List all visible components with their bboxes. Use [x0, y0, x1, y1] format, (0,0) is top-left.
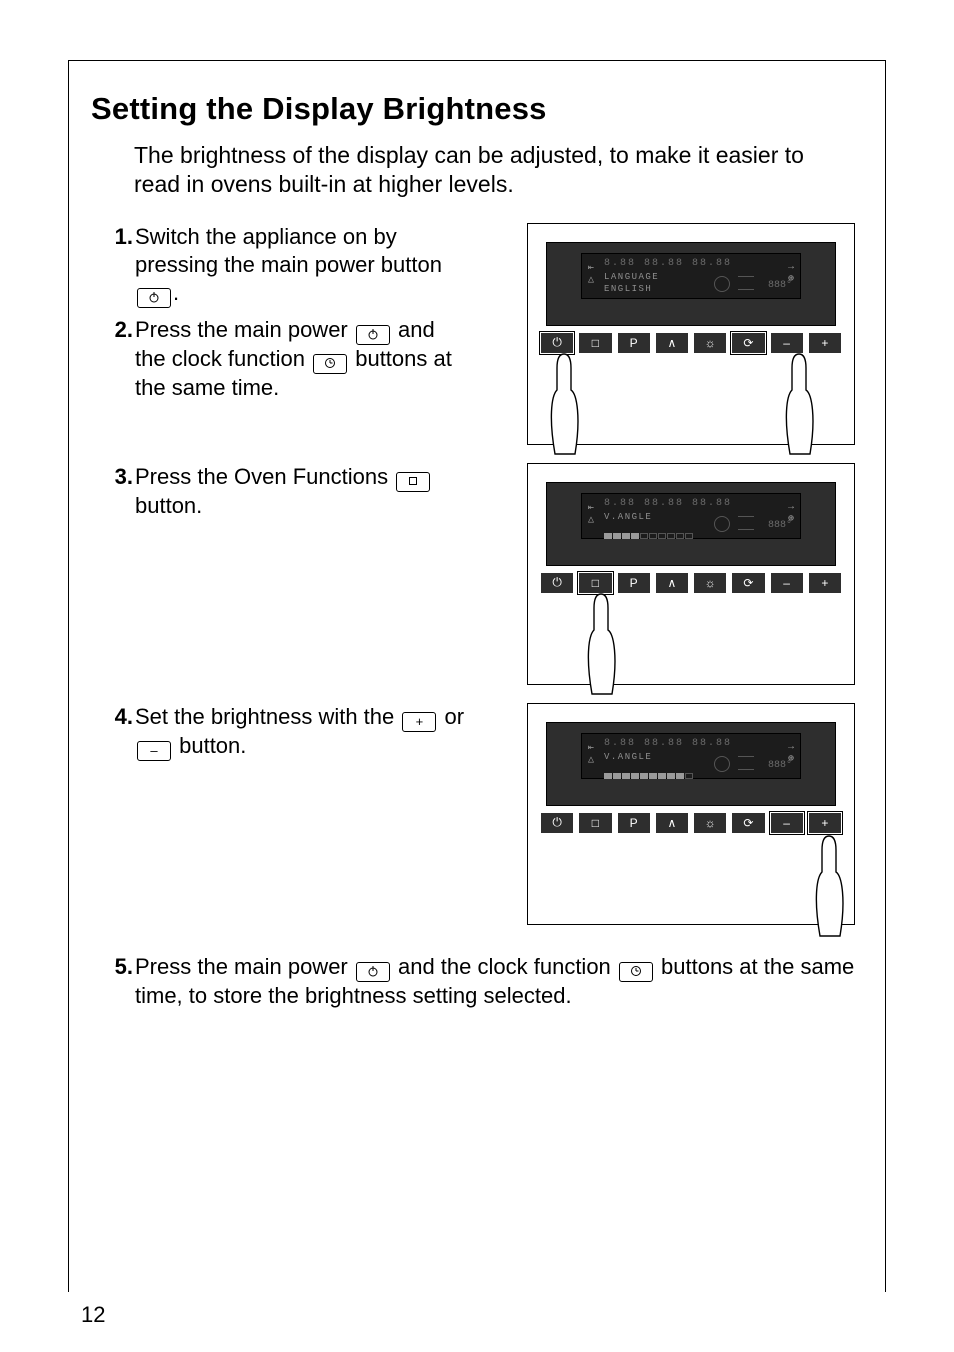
step-number: 4.: [107, 703, 133, 731]
probe-left-icon: ⇤△: [588, 262, 594, 286]
lcd-line-1: V.ANGLE: [604, 752, 652, 762]
power-button: ⏻: [540, 812, 574, 834]
minus-icon: –: [137, 741, 171, 761]
rack-icon: [738, 756, 754, 770]
step-number: 1.: [107, 223, 133, 251]
panel-lcd: ⇤△ →⊕ 8.88 88.88 88.88 LANGUAGE ENGLISH …: [581, 253, 801, 299]
page-number: 12: [81, 1302, 105, 1328]
oven-panel-illustration-1: ⇤△ →⊕ 8.88 88.88 88.88 LANGUAGE ENGLISH …: [527, 223, 855, 445]
panel-bezel: ⇤△ →⊕ 8.88 88.88 88.88 LANGUAGE ENGLISH …: [546, 242, 836, 326]
p-button: P: [617, 332, 651, 354]
brightness-bar: [604, 766, 724, 772]
step-2: 2. Press the main power and the clock fu…: [107, 316, 471, 402]
lcd-temp: 888°: [768, 520, 792, 531]
plus-icon: +: [402, 712, 436, 732]
step-text: Switch the appliance on by pressing the …: [135, 223, 471, 308]
page-frame: Setting the Display Brightness The brigh…: [68, 60, 886, 1292]
step-3: 3. Press the Oven Functions button.: [107, 463, 471, 520]
lcd-temp: 888°: [768, 760, 792, 771]
clock-icon: [619, 962, 653, 982]
up-button: ∧: [655, 572, 689, 594]
step-text: Set the brightness with the + or – butto…: [135, 703, 471, 761]
step-text: Press the main power and the clock funct…: [135, 953, 855, 1010]
block-steps-1-2: 1. Switch the appliance on by pressing t…: [91, 223, 855, 445]
text-run: button.: [173, 733, 246, 758]
pointer-hand-icon: [776, 350, 822, 460]
light-button: ☼: [693, 332, 727, 354]
clock-button: ⟳: [731, 332, 765, 354]
clock-icon: [313, 354, 347, 374]
fan-icon: [714, 276, 730, 292]
pointer-hand-icon: [541, 350, 587, 460]
power-icon: [137, 288, 171, 308]
step-number: 3.: [107, 463, 133, 491]
oven-panel-illustration-3: ⇤△ →⊕ 8.88 88.88 88.88 V.ANGLE 888°: [527, 703, 855, 925]
fan-icon: [714, 516, 730, 532]
rack-icon: [738, 276, 754, 290]
power-icon: [356, 962, 390, 982]
probe-left-icon: ⇤△: [588, 502, 594, 526]
page-content: Setting the Display Brightness The brigh…: [69, 61, 885, 1048]
text-run: Press the main power: [135, 317, 354, 342]
step-4: 4. Set the brightness with the + or – bu…: [107, 703, 471, 761]
rack-icon: [738, 516, 754, 530]
lcd-line-1: LANGUAGE: [604, 272, 659, 282]
power-button: ⏻: [540, 572, 574, 594]
lcd-line-1: V.ANGLE: [604, 512, 652, 522]
step-text: Press the main power and the clock funct…: [135, 316, 471, 402]
text-run: Press the Oven Functions: [135, 464, 394, 489]
lcd-digits: 8.88 88.88 88.88: [604, 498, 784, 509]
minus-button: –: [770, 572, 804, 594]
panel-lcd: ⇤△ →⊕ 8.88 88.88 88.88 V.ANGLE 888°: [581, 493, 801, 539]
intro-paragraph: The brightness of the display can be adj…: [134, 141, 845, 199]
oven-panel-illustration-2: ⇤△ →⊕ 8.88 88.88 88.88 V.ANGLE 888°: [527, 463, 855, 685]
step-5: 5. Press the main power and the clock fu…: [107, 953, 855, 1010]
p-button: P: [617, 812, 651, 834]
brightness-bar: [604, 526, 724, 532]
up-button: ∧: [655, 332, 689, 354]
panel-lcd: ⇤△ →⊕ 8.88 88.88 88.88 V.ANGLE 888°: [581, 733, 801, 779]
pointer-hand-icon: [806, 832, 852, 942]
light-button: ☼: [693, 812, 727, 834]
text-run: or: [438, 704, 464, 729]
block-step-4: 4. Set the brightness with the + or – bu…: [91, 703, 855, 925]
light-button: ☼: [693, 572, 727, 594]
pointer-hand-icon: [578, 590, 624, 700]
text-run: Switch the appliance on by pressing the …: [135, 224, 442, 277]
probe-left-icon: ⇤△: [588, 742, 594, 766]
oven-func-icon: [396, 472, 430, 492]
text-run: .: [173, 280, 179, 305]
button-row: ⏻ □ P ∧ ☼ ⟳ – +: [540, 812, 842, 834]
text-run: Set the brightness with the: [135, 704, 400, 729]
panel-bezel: ⇤△ →⊕ 8.88 88.88 88.88 V.ANGLE 888°: [546, 482, 836, 566]
step-text: Press the Oven Functions button.: [135, 463, 471, 520]
text-run: and the clock function: [392, 954, 617, 979]
clock-button: ⟳: [731, 572, 765, 594]
fan-icon: [714, 756, 730, 772]
up-button: ∧: [655, 812, 689, 834]
lcd-temp: 888°: [768, 280, 792, 291]
section-heading: Setting the Display Brightness: [91, 91, 855, 127]
oven-func-button: □: [578, 812, 612, 834]
text-run: button.: [135, 493, 202, 518]
plus-button: +: [808, 572, 842, 594]
panel-bezel: ⇤△ →⊕ 8.88 88.88 88.88 V.ANGLE 888°: [546, 722, 836, 806]
text-run: Press the main power: [135, 954, 354, 979]
plus-button: +: [808, 812, 842, 834]
step-number: 2.: [107, 316, 133, 344]
block-step-3: 3. Press the Oven Functions button. ⇤△ →…: [91, 463, 855, 685]
lcd-digits: 8.88 88.88 88.88: [604, 738, 784, 749]
lcd-line-2: ENGLISH: [604, 284, 652, 294]
lcd-digits: 8.88 88.88 88.88: [604, 258, 784, 269]
minus-button: –: [770, 812, 804, 834]
power-icon: [356, 325, 390, 345]
step-number: 5.: [107, 953, 133, 981]
clock-button: ⟳: [731, 812, 765, 834]
step-1: 1. Switch the appliance on by pressing t…: [107, 223, 471, 308]
